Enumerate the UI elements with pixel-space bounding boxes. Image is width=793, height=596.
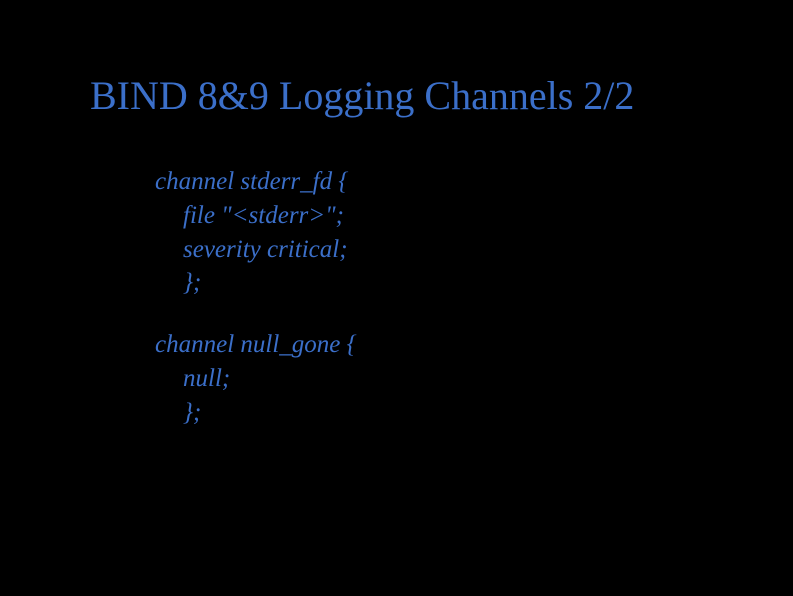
code-block: channel null_gone { null; }; bbox=[155, 328, 357, 429]
code-line: }; bbox=[155, 396, 357, 430]
code-line: }; bbox=[155, 266, 357, 300]
slide-title: BIND 8&9 Logging Channels 2/2 bbox=[90, 72, 733, 119]
code-block: channel stderr_fd { file "<stderr>"; sev… bbox=[155, 165, 357, 300]
code-line: severity critical; bbox=[155, 233, 357, 267]
code-line: file "<stderr>"; bbox=[155, 199, 357, 233]
slide: BIND 8&9 Logging Channels 2/2 channel st… bbox=[0, 0, 793, 596]
slide-body: channel stderr_fd { file "<stderr>"; sev… bbox=[155, 165, 357, 457]
code-line: channel stderr_fd { bbox=[155, 165, 357, 199]
code-line: channel null_gone { bbox=[155, 328, 357, 362]
code-line: null; bbox=[155, 362, 357, 396]
